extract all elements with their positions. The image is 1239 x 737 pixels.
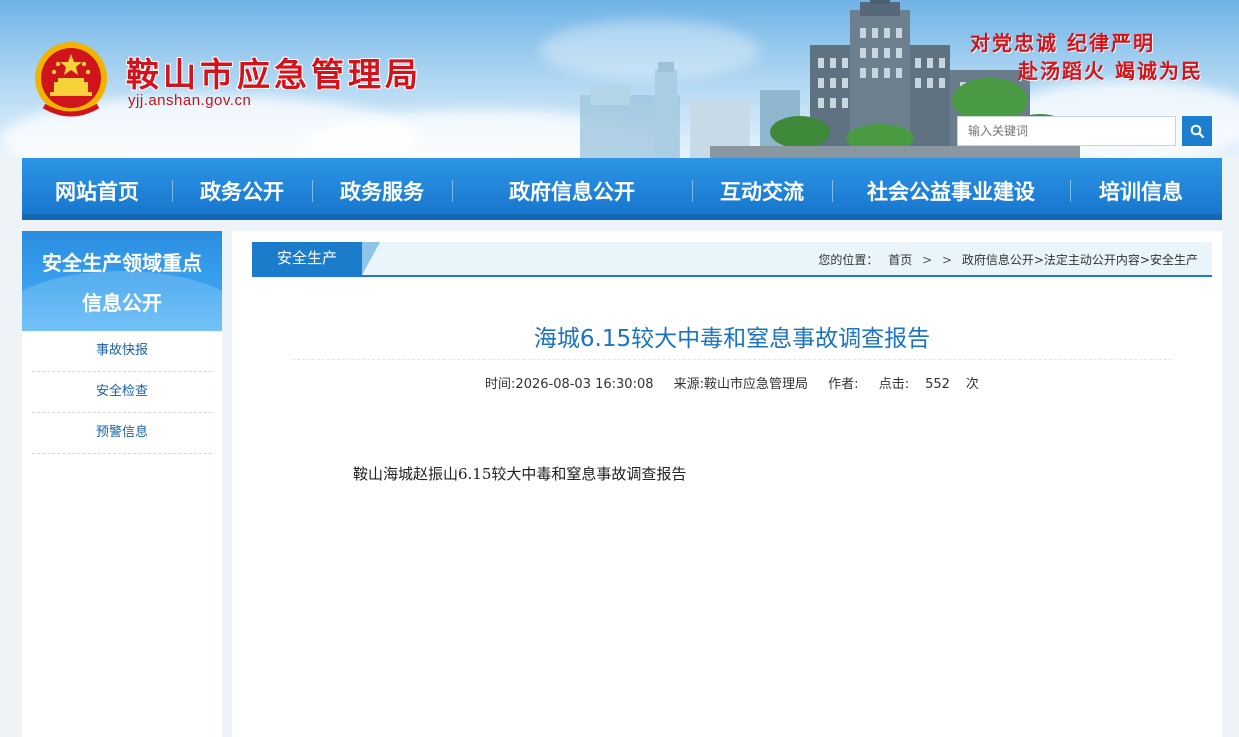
sidebar-title: 安全生产领域重点 信息公开 <box>22 243 222 323</box>
sidebar-header: 安全生产领域重点 信息公开 <box>22 231 222 331</box>
sidebar: 安全生产领域重点 信息公开 事故快报 安全检查 预警信息 <box>22 231 222 737</box>
search-icon <box>1190 124 1204 138</box>
nav-item-gov-info[interactable]: 政府信息公开 <box>452 158 692 214</box>
article-source: 来源:鞍山市应急管理局 <box>673 377 809 392</box>
breadcrumb-path[interactable]: 政府信息公开>法定主动公开内容>安全生产 <box>962 253 1198 267</box>
article-meta: 时间:2026-08-03 16:30:08 来源:鞍山市应急管理局 作者: 点… <box>232 373 1232 392</box>
title-divider <box>292 359 1172 360</box>
article-body: 鞍山海城赵振山6.15较大中毒和窒息事故调查报告 <box>353 465 687 483</box>
breadcrumb-separator: > <box>922 253 933 267</box>
motto-line-1: 对党忠诚 纪律严明 <box>970 31 1155 55</box>
section-header: 安全生产 您的位置： 首页 > > 政府信息公开>法定主动公开内容>安全生产 <box>252 242 1212 277</box>
main-nav: 网站首页 政务公开 政务服务 政府信息公开 互动交流 社会公益事业建设 培训信息 <box>22 158 1222 220</box>
section-tab[interactable]: 安全生产 <box>252 242 362 275</box>
article-author: 作者: <box>828 377 859 392</box>
header-banner: 鞍山市应急管理局 yjj.anshan.gov.cn 对党忠诚 纪律严明 赴汤蹈… <box>0 0 1239 158</box>
article-clicks-label: 点击: <box>878 377 910 392</box>
search-button[interactable] <box>1182 116 1212 146</box>
main-content: 安全生产 您的位置： 首页 > > 政府信息公开>法定主动公开内容>安全生产 海… <box>232 231 1222 737</box>
sidebar-title-line-2: 信息公开 <box>82 291 162 315</box>
nav-item-interaction[interactable]: 互动交流 <box>692 158 832 214</box>
sidebar-item-safety-inspection[interactable]: 安全检查 <box>32 372 212 413</box>
breadcrumb-separator: > <box>941 253 953 267</box>
site-domain: yjj.anshan.gov.cn <box>128 92 252 109</box>
breadcrumb: 您的位置： 首页 > > 政府信息公开>法定主动公开内容>安全生产 <box>812 251 1198 268</box>
motto-line-2: 赴汤蹈火 竭诚为民 <box>1018 59 1203 83</box>
sidebar-item-accident-report[interactable]: 事故快报 <box>32 331 212 372</box>
article-clicks-value: 552 <box>925 377 950 392</box>
nav-item-home[interactable]: 网站首页 <box>22 158 172 214</box>
breadcrumb-home[interactable]: 首页 <box>888 253 912 267</box>
article-title: 海城6.15较大中毒和窒息事故调查报告 <box>533 326 931 352</box>
sidebar-item-warning-info[interactable]: 预警信息 <box>32 413 212 454</box>
national-emblem-icon <box>35 42 107 117</box>
nav-item-training[interactable]: 培训信息 <box>1070 158 1212 214</box>
section-tab-tail <box>362 242 380 275</box>
nav-item-gov-affairs[interactable]: 政务公开 <box>172 158 312 214</box>
article-clicks-unit: 次 <box>965 377 979 392</box>
nav-item-gov-services[interactable]: 政务服务 <box>312 158 452 214</box>
site-title[interactable]: 鞍山市应急管理局 <box>126 48 422 96</box>
breadcrumb-prefix: 您的位置： <box>818 253 879 267</box>
nav-item-public-welfare[interactable]: 社会公益事业建设 <box>832 158 1070 214</box>
sidebar-title-line-1: 安全生产领域重点 <box>42 251 202 275</box>
article-time: 时间:2026-08-03 16:30:08 <box>485 377 654 392</box>
search-input[interactable] <box>957 116 1176 146</box>
